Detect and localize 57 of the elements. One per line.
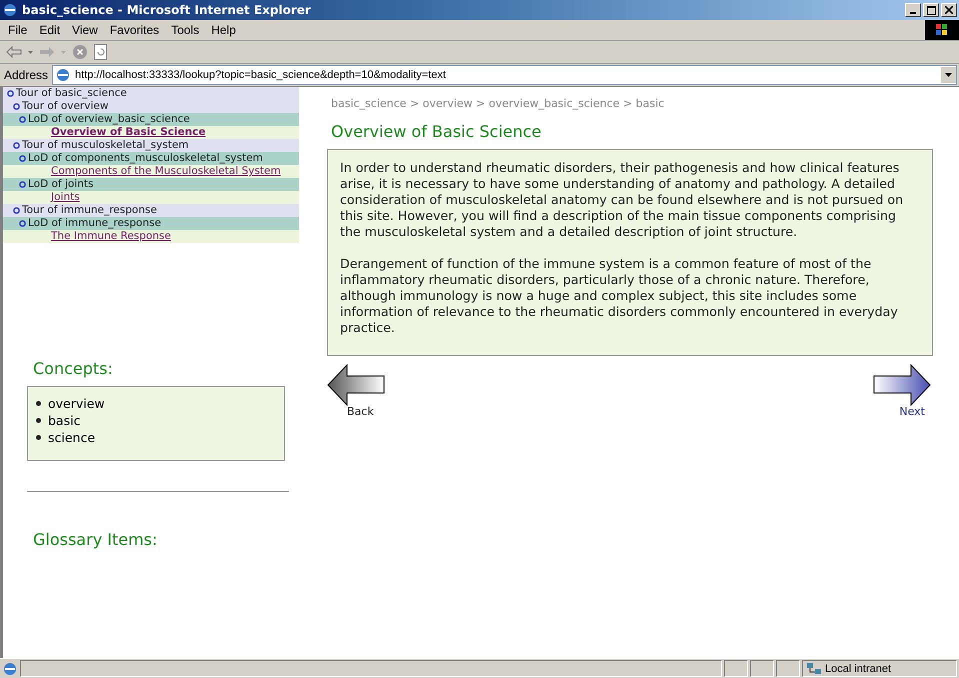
- tree-item[interactable]: The Immune Response: [3, 230, 299, 243]
- tree-item[interactable]: Tour of immune_response: [3, 204, 299, 217]
- circle-icon: [19, 220, 26, 227]
- bullet-icon: [36, 418, 41, 423]
- menu-item[interactable]: Favorites: [110, 23, 168, 37]
- menu-item[interactable]: Edit: [39, 23, 68, 37]
- maximize-button[interactable]: [923, 3, 939, 17]
- tree-item[interactable]: Tour of musculoskeletal_system: [3, 139, 299, 152]
- menu-item[interactable]: View: [72, 23, 106, 37]
- dropdown-icon[interactable]: [945, 73, 952, 77]
- windows-logo-icon: [925, 20, 959, 40]
- menu-item[interactable]: File: [8, 23, 36, 37]
- tree-item[interactable]: Joints: [3, 191, 299, 204]
- circle-icon: [13, 103, 20, 110]
- tree-item[interactable]: Overview of Basic Science: [3, 126, 299, 139]
- back-link[interactable]: Back: [327, 364, 387, 418]
- tree-item[interactable]: Components of the Musculoskeletal System: [3, 165, 299, 178]
- concepts-heading: Concepts:: [33, 359, 114, 378]
- bullet-icon: [36, 435, 41, 440]
- concept-item: overview: [48, 395, 105, 412]
- left-arrow-icon: [327, 364, 385, 406]
- paragraph: Derangement of function of the immune system is a common feature of most of the inflammatory rheumatic disorders, particularly those of a chronic nature. Therefore, although immunology is now a huge and complex subject, this site includes some information of relevance to the rheumatic disorders commonly encountered in everyday practice.: [340, 256, 899, 336]
- maximize-icon: [926, 6, 936, 14]
- circle-icon: [19, 181, 26, 188]
- back-arrow-icon[interactable]: [6, 46, 22, 58]
- window-title: basic_science - Microsoft Internet Explorer: [22, 3, 312, 17]
- circle-icon: [19, 116, 26, 123]
- bullet-icon: [36, 401, 41, 406]
- page-heading: Overview of Basic Science: [331, 122, 542, 141]
- minimize-button[interactable]: [905, 3, 921, 17]
- breadcrumb: basic_science > overview > overview_basic_science > basic: [331, 97, 666, 110]
- network-icon: [806, 662, 822, 676]
- tree-item[interactable]: LoD of joints: [3, 178, 299, 191]
- circle-icon: [13, 142, 20, 149]
- circle-icon: [13, 207, 20, 214]
- refresh-icon[interactable]: [94, 44, 108, 60]
- tree-item[interactable]: LoD of immune_response: [3, 217, 299, 230]
- tree-item[interactable]: Tour of overview: [3, 100, 299, 113]
- close-icon: [945, 6, 953, 14]
- tree-item[interactable]: LoD of overview_basic_science: [3, 113, 299, 126]
- circle-icon: [19, 155, 26, 162]
- next-link[interactable]: Next: [873, 364, 933, 418]
- zone-label: Local intranet: [825, 662, 892, 674]
- glossary-heading: Glossary Items:: [33, 530, 158, 549]
- tree-item[interactable]: LoD of components_musculoskeletal_system: [3, 152, 299, 165]
- tree-item[interactable]: Tour of basic_science: [3, 87, 299, 100]
- menu-item[interactable]: Tools: [171, 23, 208, 37]
- address-field[interactable]: http://localhost:33333/lookup?topic=basic_science&depth=10&modality=text: [52, 65, 957, 85]
- address-label: Address: [4, 68, 48, 82]
- menu-item[interactable]: Help: [211, 23, 244, 37]
- paragraph: In order to understand rheumatic disorders, their pathogenesis and how clinical features arise, it is necessary to have some understanding of anatomy and pathology. A detailed consideration of musculoskeletal anatomy can be found elsewhere and is not pursued on this site. However, you will find a description of the main tissue components comprising the musculoskeletal system and a detailed description of joint structure.: [340, 160, 904, 240]
- right-arrow-icon: [873, 364, 931, 406]
- stop-icon[interactable]: [72, 44, 88, 60]
- circle-icon: [7, 90, 14, 97]
- close-button[interactable]: [941, 3, 957, 17]
- concept-item: basic: [48, 412, 80, 429]
- concept-item: science: [48, 429, 96, 446]
